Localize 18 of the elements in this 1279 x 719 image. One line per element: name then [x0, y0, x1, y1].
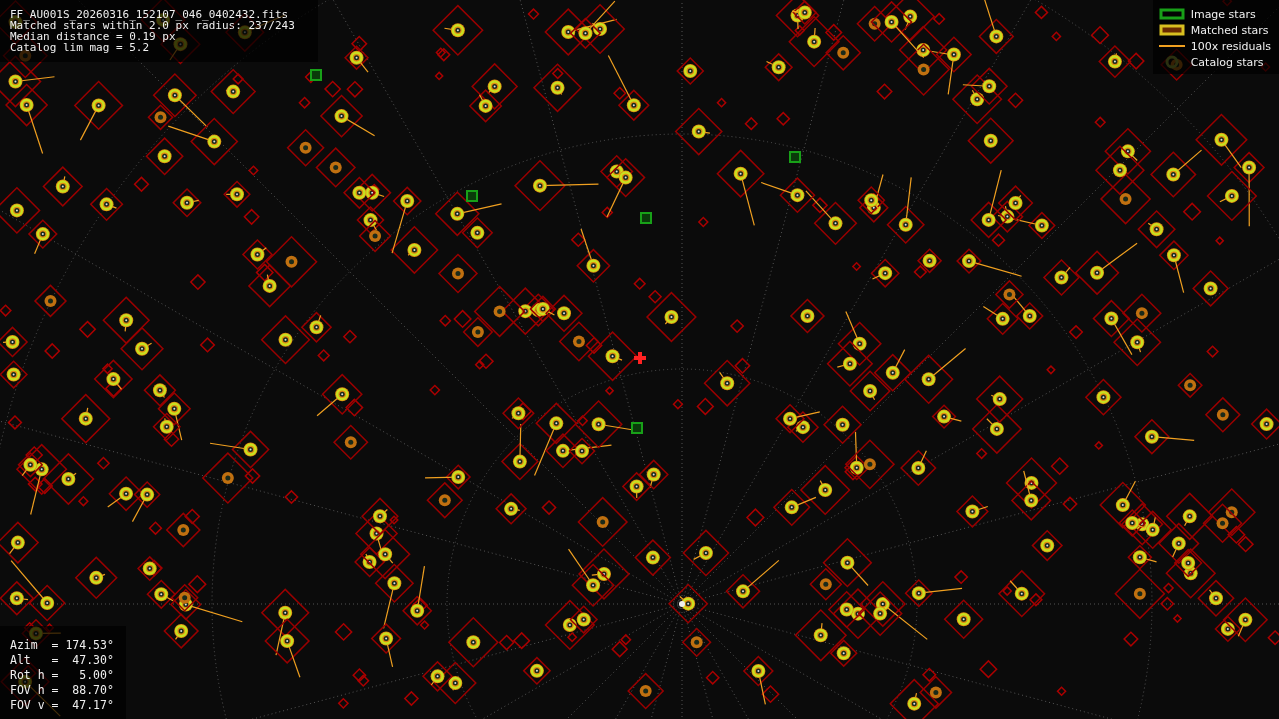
- legend-label: Catalog stars: [1190, 55, 1264, 69]
- line-icon: [1158, 44, 1185, 48]
- pointing-text: FOV v = 47.17°: [10, 698, 114, 713]
- pointing-text: Azim = 174.53°: [10, 638, 114, 653]
- info-text: FF_AU001S_20260316_152107_046_0402432.fits: [10, 9, 290, 20]
- pointing-text: FOV h = 88.70°: [10, 683, 114, 698]
- info-text: Median distance = 0.19 px: [10, 31, 176, 42]
- info-text: Matched stars within 2.0 px radius: 237/243: [10, 20, 296, 31]
- rectangle-outline-icon: [1158, 24, 1185, 36]
- info-text: Catalog lim mag = 5.2: [10, 42, 151, 53]
- ring-icon: [1164, 55, 1179, 69]
- legend-label: Image stars: [1190, 7, 1256, 21]
- legend-label: Matched stars: [1190, 23, 1269, 37]
- square-outline-icon: [1158, 8, 1185, 20]
- pointing-text: Alt = 47.30°: [10, 653, 114, 668]
- crosshair-icon: [634, 352, 646, 364]
- legend-label: 100x residuals: [1190, 39, 1271, 53]
- pointing-text: Rot h = 5.00°: [10, 668, 114, 683]
